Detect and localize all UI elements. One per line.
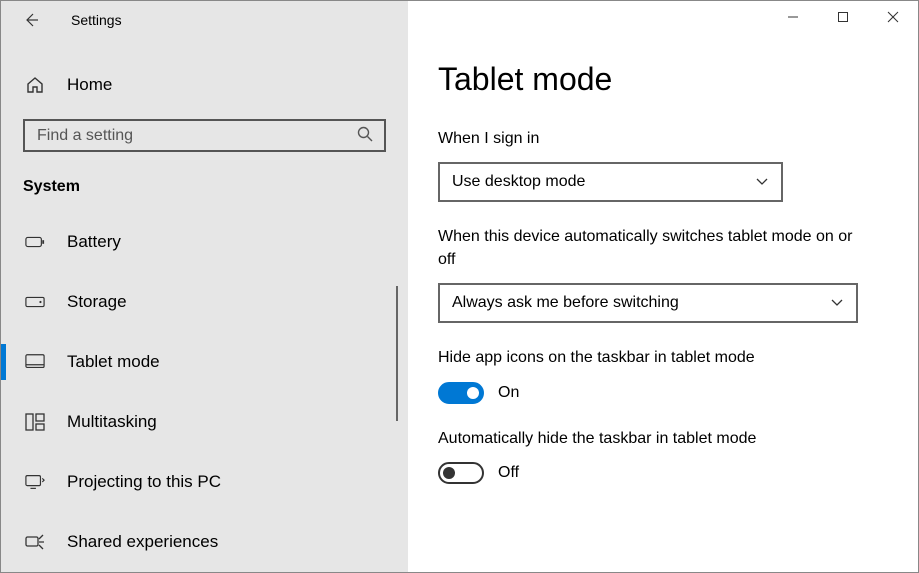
content: Tablet mode When I sign in Use desktop m…	[408, 1, 898, 508]
sidebar-item-tablet-mode[interactable]: Tablet mode	[1, 332, 408, 392]
sidebar-item-label: Storage	[67, 292, 127, 312]
chevron-down-icon	[755, 173, 769, 191]
chevron-down-icon	[830, 294, 844, 312]
page-title: Tablet mode	[438, 61, 868, 98]
setting-auto-hide: Automatically hide the taskbar in tablet…	[438, 428, 868, 484]
setting-hide-icons: Hide app icons on the taskbar in tablet …	[438, 347, 868, 403]
dropdown-value: Always ask me before switching	[452, 294, 679, 312]
main-panel: Tablet mode When I sign in Use desktop m…	[408, 1, 918, 572]
sidebar-nav: Battery Storage Tablet mode Multitasking	[1, 212, 408, 572]
sidebar-item-label: Battery	[67, 232, 121, 252]
maximize-button[interactable]	[818, 1, 868, 33]
sidebar: Settings Home System Battery	[1, 1, 408, 572]
app-title: Settings	[71, 12, 122, 28]
setting-switch: When this device automatically switches …	[438, 226, 868, 323]
window-controls	[768, 1, 918, 33]
back-button[interactable]	[21, 10, 41, 30]
multitasking-icon	[25, 412, 45, 432]
tablet-icon	[25, 352, 45, 372]
sidebar-item-label: Shared experiences	[67, 532, 218, 552]
sidebar-item-storage[interactable]: Storage	[1, 272, 408, 332]
shared-icon	[25, 532, 45, 552]
auto-hide-toggle[interactable]	[438, 462, 484, 484]
sidebar-home[interactable]: Home	[1, 61, 408, 109]
setting-label: When this device automatically switches …	[438, 226, 868, 271]
search-icon	[356, 125, 374, 147]
app-window: Settings Home System Battery	[1, 1, 918, 572]
projecting-icon	[25, 472, 45, 492]
sidebar-category: System	[1, 170, 408, 212]
home-icon	[25, 75, 45, 95]
setting-label: Automatically hide the taskbar in tablet…	[438, 428, 868, 450]
toggle-state: On	[498, 384, 519, 402]
minimize-button[interactable]	[768, 1, 818, 33]
sidebar-item-label: Tablet mode	[67, 352, 160, 372]
toggle-state: Off	[498, 464, 519, 482]
storage-icon	[25, 292, 45, 312]
sidebar-item-shared[interactable]: Shared experiences	[1, 512, 408, 572]
setting-label: Hide app icons on the taskbar in tablet …	[438, 347, 868, 369]
sidebar-item-multitasking[interactable]: Multitasking	[1, 392, 408, 452]
sidebar-item-label: Multitasking	[67, 412, 157, 432]
sidebar-item-projecting[interactable]: Projecting to this PC	[1, 452, 408, 512]
titlebar-left: Settings	[1, 1, 408, 39]
setting-label: When I sign in	[438, 128, 868, 150]
sidebar-item-battery[interactable]: Battery	[1, 212, 408, 272]
signin-dropdown[interactable]: Use desktop mode	[438, 162, 783, 202]
search-input[interactable]	[35, 126, 340, 146]
switch-dropdown[interactable]: Always ask me before switching	[438, 283, 858, 323]
hide-icons-toggle[interactable]	[438, 382, 484, 404]
search-box[interactable]	[23, 119, 386, 152]
dropdown-value: Use desktop mode	[452, 173, 585, 191]
close-button[interactable]	[868, 1, 918, 33]
scrollbar[interactable]	[396, 286, 398, 421]
battery-icon	[25, 232, 45, 252]
setting-signin: When I sign in Use desktop mode	[438, 128, 868, 202]
home-label: Home	[67, 75, 112, 95]
sidebar-item-label: Projecting to this PC	[67, 472, 221, 492]
